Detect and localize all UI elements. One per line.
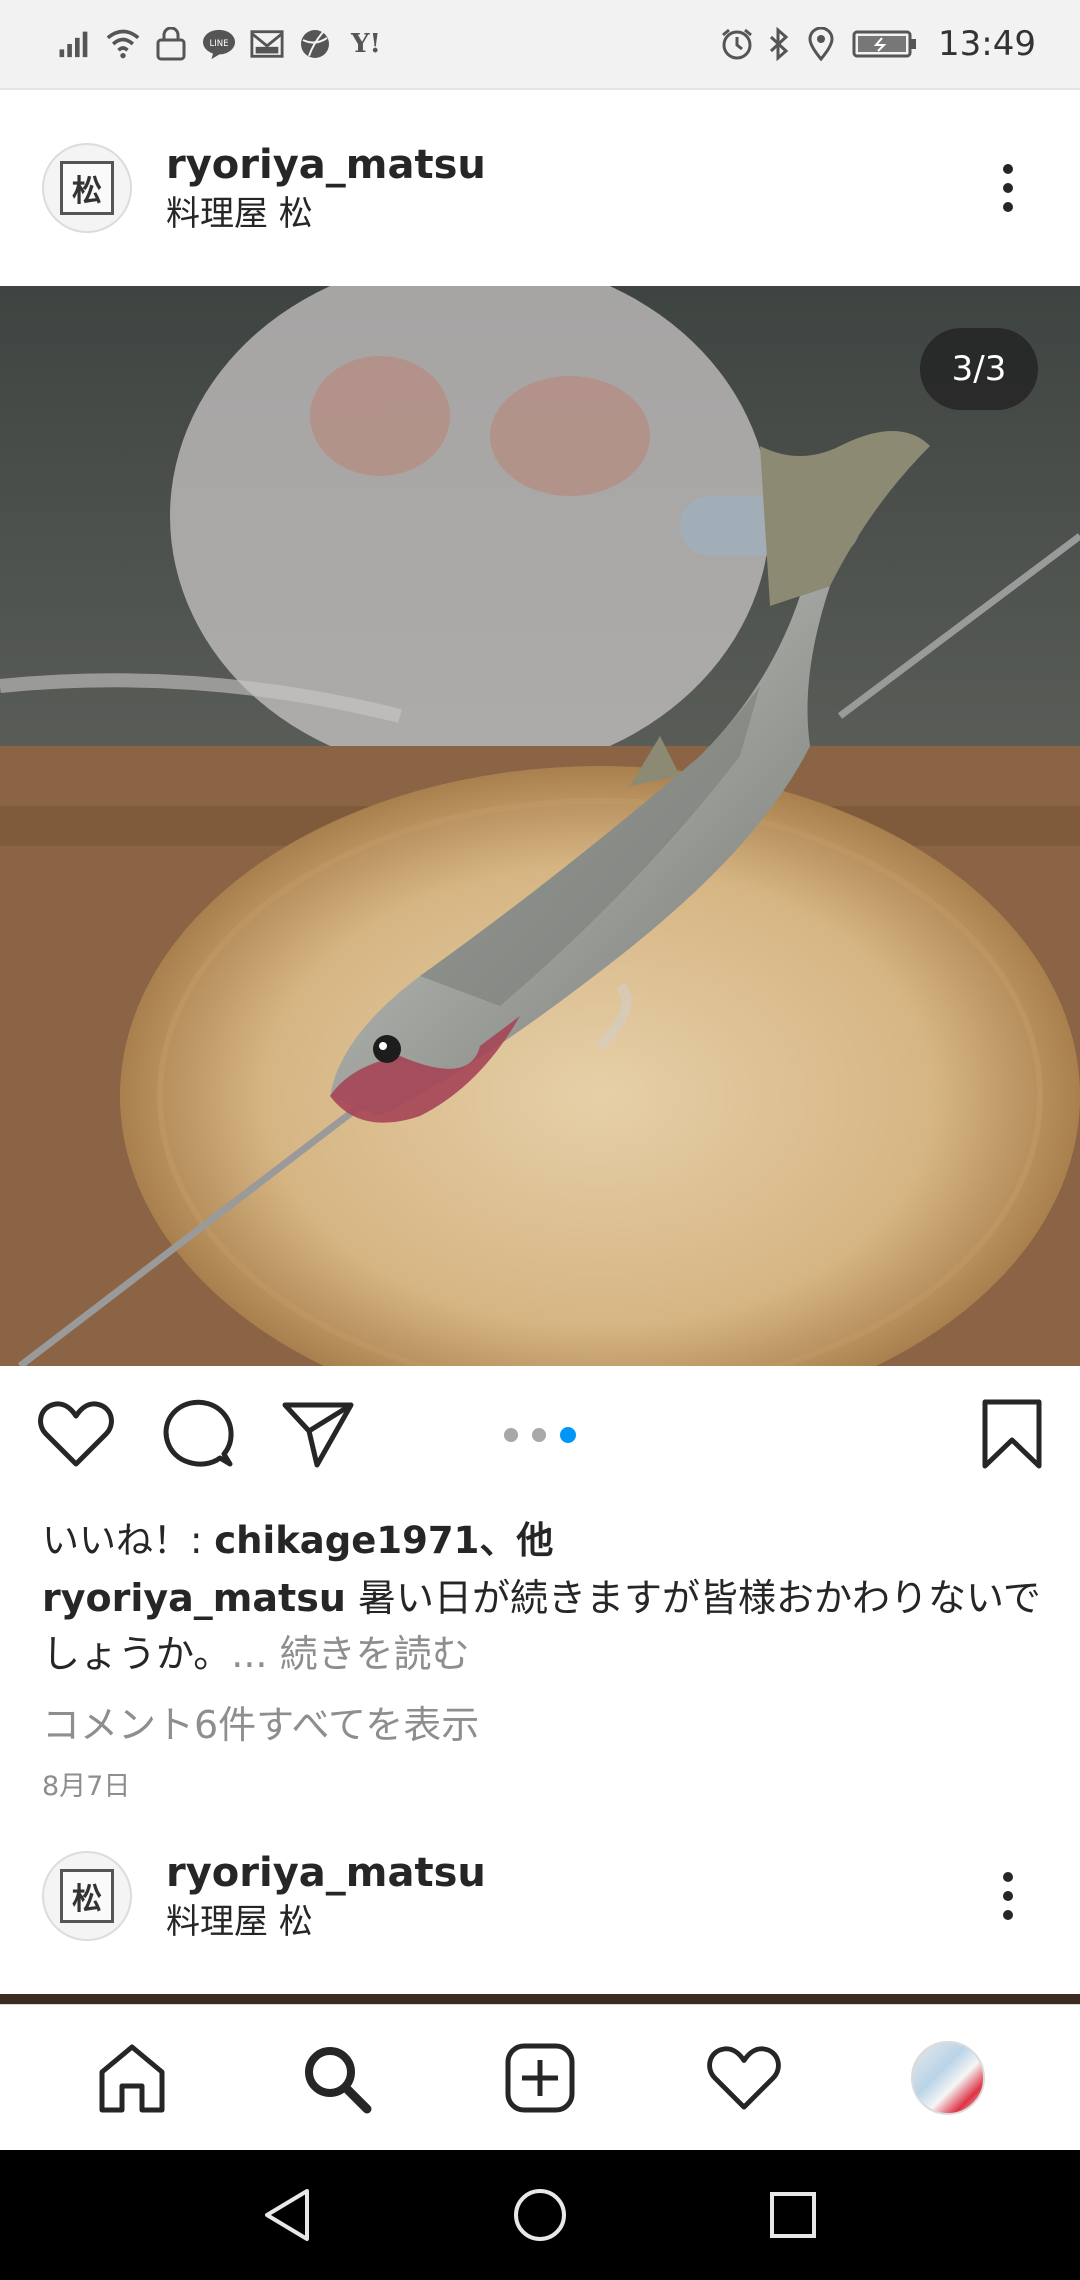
likes-summary[interactable]: いいね！: chikage1971、他 bbox=[42, 1510, 553, 1564]
wifi-icon bbox=[106, 27, 140, 61]
carousel-dot bbox=[532, 1428, 546, 1442]
ball-icon bbox=[298, 27, 332, 61]
heart-icon bbox=[38, 1401, 114, 1467]
likes-user[interactable]: chikage1971 bbox=[214, 1519, 479, 1562]
nav-profile-button[interactable] bbox=[898, 2028, 998, 2128]
more-options-button[interactable] bbox=[978, 148, 1038, 228]
image-counter-badge: 3/3 bbox=[920, 328, 1038, 410]
nav-activity-button[interactable] bbox=[694, 2028, 794, 2128]
location-icon bbox=[804, 27, 838, 61]
status-right: 13:49 bbox=[720, 24, 1036, 64]
comment-icon bbox=[163, 1399, 234, 1467]
header-text: ryoriya_matsu 料理屋 松 bbox=[166, 139, 978, 237]
mail-icon bbox=[250, 27, 284, 61]
caption-username[interactable]: ryoriya_matsu bbox=[42, 1576, 346, 1620]
system-recents-button[interactable] bbox=[758, 2180, 828, 2250]
send-icon bbox=[282, 1402, 354, 1468]
save-button[interactable] bbox=[972, 1394, 1052, 1474]
avatar-logo-char: 松 bbox=[72, 1882, 102, 1917]
avatar-logo-char: 松 bbox=[72, 174, 102, 209]
like-button[interactable] bbox=[36, 1394, 116, 1474]
battery-icon bbox=[852, 27, 918, 61]
home-circle-icon bbox=[513, 2189, 566, 2241]
likes-suffix[interactable]: 、他 bbox=[479, 1519, 553, 1562]
next-post-header: 松 ryoriya_matsu 料理屋 松 bbox=[0, 1798, 1080, 1994]
nav-home-button[interactable] bbox=[82, 2028, 182, 2128]
next-post-location[interactable]: 料理屋 松 bbox=[166, 1899, 978, 1945]
bottom-navigation bbox=[0, 2004, 1080, 2150]
system-navigation-bar bbox=[0, 2150, 1080, 2280]
status-bar: LINE Y! 13:49 bbox=[0, 0, 1080, 90]
nav-search-button[interactable] bbox=[286, 2028, 386, 2128]
bluetooth-icon bbox=[768, 27, 790, 61]
share-button[interactable] bbox=[278, 1394, 358, 1474]
more-vertical-icon bbox=[1003, 164, 1013, 212]
next-post-username[interactable]: ryoriya_matsu bbox=[166, 1847, 978, 1899]
heart-icon bbox=[707, 2045, 781, 2110]
nav-new-post-button[interactable] bbox=[490, 2028, 590, 2128]
post-header: 松 ryoriya_matsu 料理屋 松 bbox=[0, 90, 1080, 286]
avatar-logo: 松 bbox=[60, 161, 114, 215]
line-text: LINE bbox=[210, 39, 229, 49]
profile-avatar bbox=[911, 2040, 985, 2115]
caption-more-link[interactable]: ... 続きを読む bbox=[231, 1632, 469, 1676]
back-triangle-icon bbox=[264, 2189, 309, 2241]
bookmark-icon bbox=[982, 1399, 1042, 1469]
signal-icon bbox=[58, 27, 92, 61]
comment-button[interactable] bbox=[158, 1394, 238, 1474]
system-back-button[interactable] bbox=[252, 2180, 322, 2250]
alarm-icon bbox=[720, 27, 754, 61]
avatar-logo: 松 bbox=[60, 1869, 114, 1923]
new-post-icon bbox=[505, 2043, 575, 2112]
post-image[interactable]: 3/3 bbox=[0, 286, 1080, 1366]
more-vertical-icon bbox=[1003, 1872, 1013, 1920]
likes-prefix: いいね！: bbox=[42, 1519, 215, 1562]
view-all-comments-link[interactable]: コメント6件すべてを表示 bbox=[42, 1694, 479, 1749]
post-username[interactable]: ryoriya_matsu bbox=[166, 139, 978, 191]
status-left: LINE Y! bbox=[58, 27, 386, 61]
post-location[interactable]: 料理屋 松 bbox=[166, 191, 978, 237]
carousel-indicator bbox=[504, 1427, 576, 1443]
yahoo-icon: Y! bbox=[346, 27, 386, 61]
post-action-bar bbox=[0, 1366, 1080, 1496]
line-icon: LINE bbox=[202, 27, 236, 61]
search-icon bbox=[305, 2046, 372, 2113]
header-text: ryoriya_matsu 料理屋 松 bbox=[166, 1847, 978, 1945]
next-more-options-button[interactable] bbox=[978, 1856, 1038, 1936]
post-caption: ryoriya_matsu 暑い日が続きますが皆様おかわりないでしょうか。...… bbox=[42, 1570, 1042, 1682]
system-home-button[interactable] bbox=[505, 2180, 575, 2250]
recents-square-icon bbox=[770, 2192, 817, 2238]
carousel-dot bbox=[504, 1428, 518, 1442]
home-icon bbox=[99, 2044, 165, 2112]
avatar[interactable]: 松 bbox=[42, 143, 132, 233]
yahoo-text: Y! bbox=[351, 29, 381, 59]
avatar[interactable]: 松 bbox=[42, 1851, 132, 1941]
lock-car-icon bbox=[154, 27, 188, 61]
grilled-fish-photo bbox=[0, 286, 1080, 1366]
clock: 13:49 bbox=[938, 24, 1036, 64]
carousel-dot-active bbox=[560, 1427, 576, 1443]
